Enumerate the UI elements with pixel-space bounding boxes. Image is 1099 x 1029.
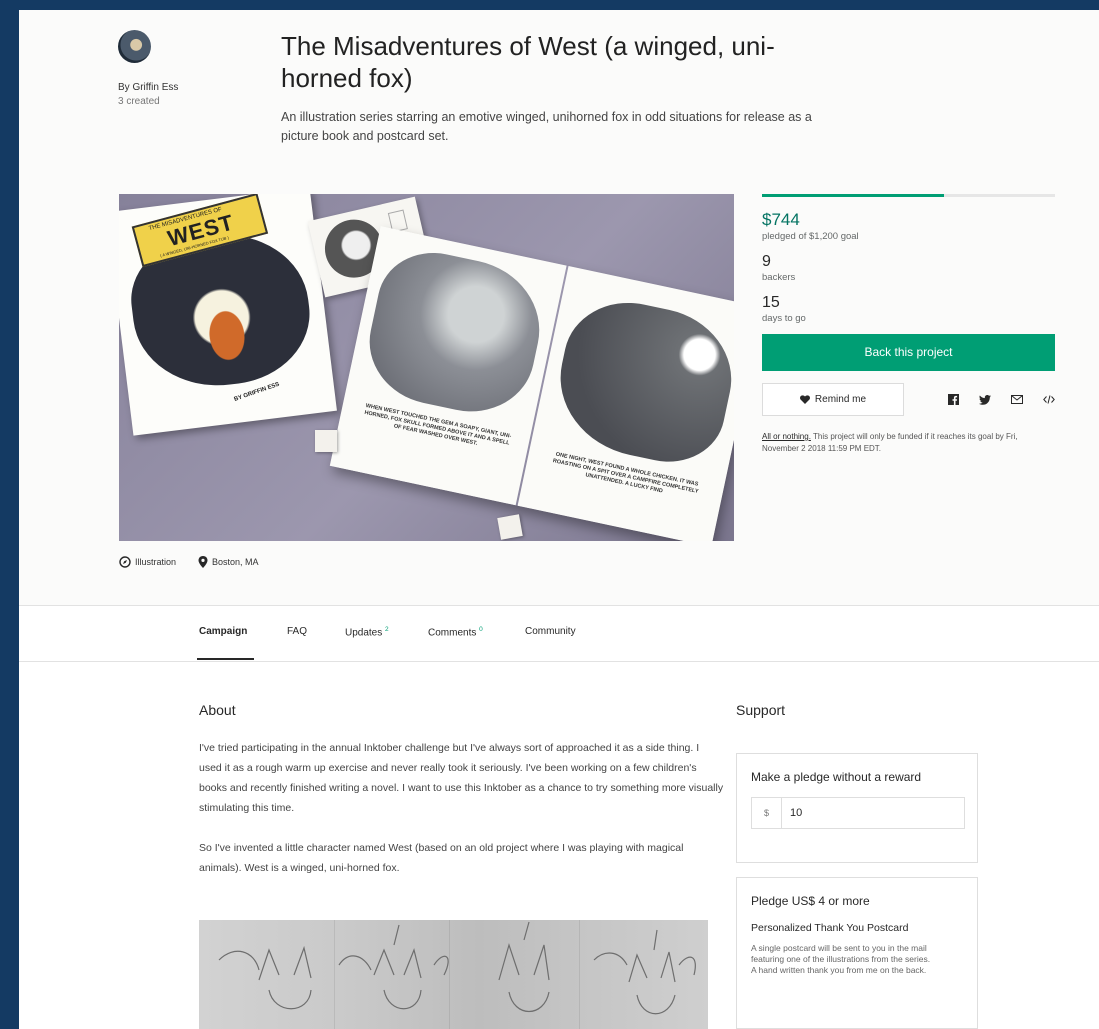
reward-pledge-title: Pledge US$ 4 or more [751,894,870,908]
funding-progress-fill [762,194,944,197]
creator-name[interactable]: By Griffin Ess [118,81,238,95]
reward-description: A single postcard will be sent to you in… [751,943,961,976]
reward-description-line: A hand written thank you from me on the … [751,965,927,975]
funding-fine-print: All or nothing. This project will only b… [762,431,1055,455]
facebook-icon[interactable] [948,394,959,405]
sticker-image [497,514,523,540]
book-spread-image: WHEN WEST TOUCHED THE GEM A SOAPY, GIANT… [329,226,734,541]
tab-updates-count: 2 [385,626,389,633]
remind-me-button[interactable]: Remind me [762,383,904,416]
backers-label: backers [762,272,796,283]
share-icons [948,394,1055,405]
twitter-icon[interactable] [979,394,991,405]
tab-campaign[interactable]: Campaign [199,626,247,637]
creator-avatar[interactable] [118,30,151,63]
reward-card[interactable]: Pledge US$ 4 or more Personalized Thank … [736,877,978,1029]
page-left-caption: WHEN WEST TOUCHED THE GEM A SOAPY, GIANT… [363,403,512,447]
book-cover-image: THE MISADVENTURES OF WEST ( A WINGED, UN… [119,194,337,436]
embed-icon[interactable] [1043,395,1055,404]
tab-community-label: Community [525,626,576,637]
pledge-no-reward-card[interactable]: Make a pledge without a reward $ [736,753,978,863]
tab-faq[interactable]: FAQ [287,626,307,637]
back-this-project-button[interactable]: Back this project [762,334,1055,371]
compass-icon[interactable] [119,556,131,568]
sketch-image [199,920,708,1029]
tab-updates[interactable]: Updates 2 [345,626,389,638]
creator-created-count[interactable]: 3 created [118,95,238,109]
tab-comments[interactable]: Comments 0 [428,626,483,638]
cover-author: BY GRIFFIN ESS [233,381,281,403]
sticker-image [315,430,337,452]
no-reward-title: Make a pledge without a reward [751,770,922,784]
location-link[interactable]: Boston, MA [212,557,259,567]
remind-share-row: Remind me [762,383,1055,416]
currency-symbol: $ [752,798,782,828]
all-or-nothing-link[interactable]: All or nothing. [762,432,811,441]
funding-stats: $744 pledged of $1,200 goal 9 backers 15… [762,194,1055,455]
project-video[interactable]: THE MISADVENTURES OF WEST ( A WINGED, UN… [119,194,734,541]
pledged-amount: $744 [762,210,800,229]
remind-me-label: Remind me [814,394,867,405]
tab-comments-label: Comments [428,627,477,639]
about-paragraph: So I've invented a little character name… [199,842,684,874]
creator-info: By Griffin Ess 3 created [118,30,238,109]
tab-updates-label: Updates [345,627,383,639]
reward-description-line: A single postcard will be sent to you in… [751,943,931,964]
funding-progress-bar [762,194,1055,197]
tab-faq-label: FAQ [287,626,308,637]
about-paragraph: I've tried participating in the annual I… [199,742,724,814]
reward-name: Personalized Thank You Postcard [751,922,909,934]
location-pin-icon[interactable] [198,556,208,568]
tab-comments-count: 0 [479,626,483,633]
about-heading: About [199,702,236,718]
email-icon[interactable] [1011,395,1023,404]
sketch-foxes-drawing [218,921,696,1015]
active-tab-indicator [197,658,254,660]
project-page: By Griffin Ess 3 created The Misadventur… [19,10,1099,1029]
pledged-goal-label: pledged of $1,200 goal [762,231,859,242]
heart-icon [799,395,810,404]
days-to-go-label: days to go [762,313,806,324]
pledge-amount-field: $ [751,797,965,829]
pledge-amount-input[interactable] [782,799,952,827]
scene-campfire [546,290,734,473]
project-tabs: Campaign FAQ Updates 2 Comments 0 Commun… [19,606,1099,662]
project-meta: Illustration Boston, MA [119,556,259,568]
scene-skull [358,242,552,424]
days-to-go-count: 15 [762,294,780,311]
category-link[interactable]: Illustration [135,557,176,567]
support-heading: Support [736,702,786,718]
project-title: The Misadventures of West (a winged, uni… [281,31,775,93]
backers-count: 9 [762,253,771,270]
project-hero: By Griffin Ess 3 created The Misadventur… [19,10,1099,606]
about-text: I've tried participating in the annual I… [199,738,724,898]
tab-community[interactable]: Community [525,626,576,637]
cover-fox-figure [192,290,261,367]
tab-campaign-label: Campaign [199,626,248,637]
project-blurb: An illustration series starring an emoti… [281,110,812,143]
